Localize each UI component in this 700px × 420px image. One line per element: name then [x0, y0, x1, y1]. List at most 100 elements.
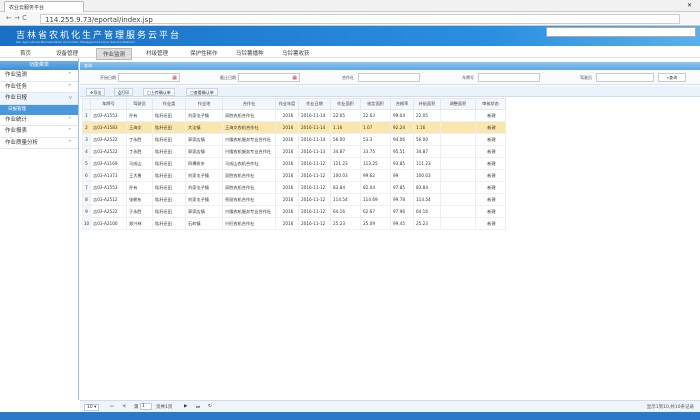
column-header[interactable]: 驾驶员: [126, 98, 153, 110]
table-row[interactable]: 6 吉03-A1373 王大勇 秸秆还田 刘家屯子镇 双胜农机合作社 2016 2016-11…: [82, 169, 506, 182]
refresh-icon[interactable]: ↻: [208, 404, 212, 409]
first-page-icon[interactable]: ⏮: [110, 404, 114, 410]
sidebar-item-stats[interactable]: 作业统计 ^: [0, 115, 78, 126]
export-button[interactable]: ✚导出: [86, 88, 106, 96]
table-cell: 吉03-A1553: [90, 109, 127, 122]
browser-tab[interactable]: 农业云服务平台: [4, 1, 84, 12]
nav-device[interactable]: 设备管理: [50, 48, 84, 58]
table-cell: 秸秆还田: [152, 205, 186, 218]
column-header[interactable]: 补贴面积: [413, 98, 441, 110]
table-cell: 郭家店镇: [185, 133, 223, 146]
table-cell: 2016-11-12: [298, 193, 331, 206]
plate-input[interactable]: [478, 73, 540, 82]
table-row[interactable]: 10 吉03-A2100 郑兴林 秸秆还田 石岭镇 兴旺农机合作社 2016 2016-11-…: [82, 217, 506, 230]
coop-input[interactable]: [358, 73, 420, 82]
page-input[interactable]: 1: [140, 403, 152, 410]
table-row[interactable]: 9 吉03-A2522 于永胜 秸秆还田 郭家店镇 兴隆农机服务专业合作社 2016 2016…: [82, 205, 506, 218]
row-number: 3: [82, 133, 91, 146]
table-row[interactable]: 7 吉03-A1553 孙有 秸秆还田 刘家屯子镇 双胜农机合作社 2016 2016-11-…: [82, 181, 506, 194]
column-header[interactable]: 作业地: [185, 98, 223, 110]
driver-input[interactable]: [596, 73, 654, 82]
table-cell: 56.00: [413, 133, 441, 146]
banner-subtitle: Jilin Agricultural Mechanization Product…: [16, 40, 136, 44]
sidebar-item-daily[interactable]: 作业日报 v: [0, 93, 78, 105]
row-number: 7: [82, 181, 91, 194]
table-row[interactable]: 3 吉03-A2522 丁永胜 秸秆还田 郭家店镇 兴隆农机服务专业合作社 2016 2016…: [82, 133, 506, 146]
sidebar-item-task[interactable]: 作业任务 ^: [0, 82, 78, 93]
find-input[interactable]: [546, 27, 696, 37]
search-button[interactable]: ⌕查询: [658, 73, 686, 82]
column-header[interactable]: 作业类: [152, 98, 186, 110]
table-cell: 62.67: [360, 205, 391, 218]
row-number: 10: [82, 217, 91, 230]
column-header[interactable]: 车牌号: [90, 98, 127, 110]
calendar-icon[interactable]: ▦: [292, 75, 297, 81]
table-cell: 吉03-A1373: [90, 169, 127, 182]
table-cell: 郭家店镇: [185, 145, 223, 158]
column-header[interactable]: 调整面积: [440, 98, 476, 110]
table-cell: 吉03-A1169: [90, 157, 127, 170]
table-cell: 95.51: [390, 145, 414, 158]
data-grid: 车牌号 驾驶员 作业类 作业地 合作社 作业年度 作业日期 作业面积 核定面积 合格率 补贴面积 调整…: [82, 98, 506, 230]
back-icon[interactable]: ← → C: [6, 14, 27, 22]
table-cell: 100.03: [330, 169, 361, 182]
nav-home[interactable]: 首页: [14, 48, 37, 58]
table-cell: 孙有: [126, 181, 153, 194]
table-cell: 22.05: [330, 109, 361, 122]
label: 作业日报: [5, 95, 28, 101]
nav-tillage[interactable]: 保护性耕作: [184, 48, 224, 58]
upload-confirm-button[interactable]: ▢上传确认单: [143, 88, 175, 96]
table-row[interactable]: 2 吉03-A1583 王海文 秸秆还田 大洼镇 王海文农机合作社 2016 2016-11-…: [82, 121, 506, 134]
nav-potato-sow[interactable]: 马铃薯播种: [230, 48, 270, 58]
column-header[interactable]: 作业面积: [330, 98, 361, 110]
page-suffix: 页共1页: [156, 405, 173, 410]
url-input[interactable]: 114.255.9.73/eportal/index.jsp: [40, 14, 680, 24]
label: 打印: [121, 90, 130, 95]
table-cell: 25.09: [360, 217, 391, 230]
row-number: 6: [82, 169, 91, 182]
table-row[interactable]: 4 吉03-A2522 丁永胜 秸秆还田 郭家店镇 兴隆农机服务专业合作社 2016 2016…: [82, 145, 506, 158]
view-confirm-button[interactable]: ▢查看确认单: [186, 88, 218, 96]
column-header[interactable]: 作业年度: [275, 98, 299, 110]
table-row[interactable]: 8 吉03-A2512 张朝东 秸秆还田 刘家屯子镇 秀丽农机合作社 2016 2016-11…: [82, 193, 506, 206]
column-header[interactable]: 审核状态: [475, 98, 506, 110]
last-page-icon[interactable]: ⏭: [196, 404, 200, 410]
table-cell: 2016: [275, 169, 299, 182]
end-date-input[interactable]: ▦: [238, 73, 300, 82]
table-cell: 新建: [475, 217, 506, 230]
sidebar-item-monitor[interactable]: 作业监测 ^: [0, 70, 78, 82]
next-page-icon[interactable]: ▶: [184, 404, 187, 409]
table-cell: 兴隆农机服务专业合作社: [222, 133, 276, 146]
sidebar-item-report[interactable]: 作业报表 ^: [0, 126, 78, 138]
table-cell: 111.23: [413, 157, 441, 170]
column-header[interactable]: 核定面积: [360, 98, 391, 110]
nav-village[interactable]: 村级管理: [140, 48, 174, 58]
prev-page-icon[interactable]: ◀: [122, 404, 125, 409]
close-window-icon[interactable]: ✕: [687, 2, 692, 9]
table-cell: 于永胜: [126, 205, 153, 218]
nav-potato-harvest[interactable]: 马铃薯收获: [276, 48, 316, 58]
sidebar-subitem-daily-manage[interactable]: 日报管理: [0, 104, 78, 115]
row-number: 9: [82, 205, 91, 218]
column-header[interactable]: 作业日期: [298, 98, 331, 110]
calendar-icon[interactable]: ▦: [172, 75, 177, 81]
table-cell: 双胜农机合作社: [222, 169, 276, 182]
table-cell: 吉03-A2512: [90, 193, 127, 206]
table-cell: 99.04: [390, 109, 414, 122]
label: 作业质量分析: [5, 139, 39, 146]
table-row[interactable]: 1 吉03-A1553 孙有 秸秆还田 刘家屯子镇 双胜农机合作社 2016 2016-11-…: [82, 109, 506, 122]
table-row[interactable]: 5 吉03-A1169 马成山 秸秆还田 四棵树乡 马成山农机合作社 2016 2016-11…: [82, 157, 506, 170]
page-size-select[interactable]: 10 ▾: [84, 404, 100, 411]
print-button[interactable]: ⎙打印: [114, 88, 134, 96]
table-cell: 王大勇: [126, 169, 153, 182]
table-cell: 1.16: [330, 121, 361, 134]
start-date-input[interactable]: ▦: [118, 73, 180, 82]
table-cell: 孙有: [126, 109, 153, 122]
row-number: 8: [82, 193, 91, 206]
sidebar-item-quality[interactable]: 作业质量分析 ^: [0, 138, 78, 149]
table-cell: 33.75: [360, 145, 391, 158]
column-header[interactable]: 合作社: [222, 98, 276, 110]
table-cell: 马成山农机合作社: [222, 157, 276, 170]
table-cell: 93.85: [390, 157, 414, 170]
column-header[interactable]: 合格率: [390, 98, 414, 110]
